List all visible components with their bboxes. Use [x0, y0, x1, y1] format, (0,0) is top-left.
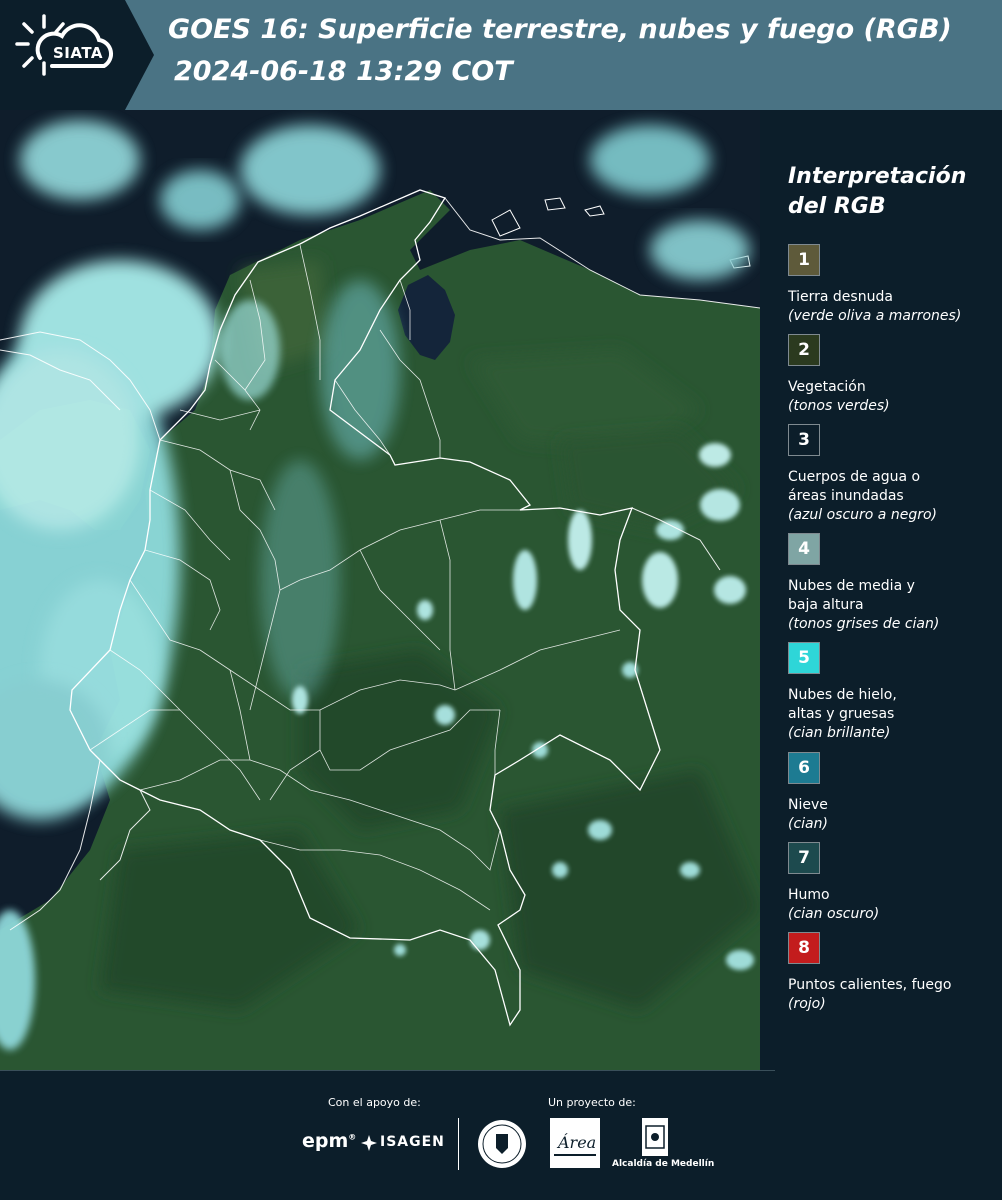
area-logo-text: Área: [556, 1132, 596, 1152]
legend-note: (verde oliva a marrones): [788, 308, 962, 324]
legend-label: Vegetación: [788, 379, 866, 395]
siata-logo-text: SIATA: [52, 44, 103, 62]
legend-note: (tonos grises de cian): [788, 616, 940, 632]
legend-item-water: 3 Cuerpos de agua o áreas inundadas (azu…: [788, 424, 998, 525]
alcaldia-logo-text: Alcaldía de Medellín: [612, 1159, 715, 1169]
legend-item-ice-clouds: 5 Nubes de hielo, altas y gruesas (cian …: [788, 642, 998, 743]
legend-item-vegetation: 2 Vegetación (tonos verdes): [788, 334, 998, 416]
legend-label: Tierra desnuda: [788, 289, 893, 305]
footer: Con el apoyo de: Un proyecto de: epm® IS…: [0, 1070, 1002, 1200]
legend-label: Nubes de media y baja altura: [788, 578, 915, 613]
legend-title: Interpretación del RGB: [788, 164, 967, 219]
page-title: GOES 16: Superficie terrestre, nubes y f…: [168, 14, 952, 45]
alcaldia-shield-icon: [642, 1118, 668, 1156]
legend-label: Cuerpos de agua o áreas inundadas: [788, 469, 921, 504]
legend-note: (cian brillante): [788, 725, 891, 741]
legend-label: Nubes de hielo, altas y gruesas: [788, 687, 897, 722]
legend-item-fire: 8 Puntos calientes, fuego (rojo): [788, 932, 998, 1014]
epm-logo-text: epm: [302, 1130, 349, 1152]
university-seal-logo: [478, 1120, 526, 1168]
legend-swatch: 2: [788, 334, 820, 366]
legend-swatch: 5: [788, 642, 820, 674]
isagen-logo: ISAGEN: [380, 1134, 445, 1150]
legend-panel: Interpretación del RGB 1 Tierra desnuda …: [760, 110, 1002, 1070]
legend-note: (cian): [788, 816, 828, 832]
legend-item-snow: 6 Nieve (cian): [788, 752, 998, 834]
legend-swatch: 6: [788, 752, 820, 784]
siata-logo: SIATA: [0, 0, 154, 110]
header: SIATA GOES 16: Superficie terrestre, nub…: [0, 0, 1002, 110]
legend-swatch: 1: [788, 244, 820, 276]
satellite-image: [0, 110, 760, 1070]
area-metropolitana-logo: Área: [550, 1118, 600, 1168]
legend-note: (azul oscuro a negro): [788, 507, 937, 523]
legend-label: Nieve: [788, 797, 828, 813]
legend-note: (cian oscuro): [788, 906, 880, 922]
legend-note: (tonos verdes): [788, 398, 890, 414]
legend-item-bare-soil: 1 Tierra desnuda (verde oliva a marrones…: [788, 244, 998, 326]
legend-item-low-clouds: 4 Nubes de media y baja altura (tonos gr…: [788, 533, 998, 634]
support-caption: Con el apoyo de:: [328, 1096, 421, 1109]
footer-divider-line: [0, 1070, 775, 1071]
footer-vertical-divider: [458, 1118, 459, 1170]
legend-swatch: 4: [788, 533, 820, 565]
epm-logo: epm®: [302, 1130, 357, 1152]
isagen-icon: [361, 1135, 377, 1151]
legend-swatch: 7: [788, 842, 820, 874]
legend-label: Humo: [788, 887, 830, 903]
page-timestamp: 2024-06-18 13:29 COT: [174, 56, 513, 87]
project-caption: Un proyecto de:: [548, 1096, 636, 1109]
legend-note: (rojo): [788, 996, 826, 1012]
satellite-map[interactable]: [0, 110, 760, 1070]
legend-label: Puntos calientes, fuego: [788, 977, 952, 993]
legend-swatch: 8: [788, 932, 820, 964]
legend-item-smoke: 7 Humo (cian oscuro): [788, 842, 998, 924]
legend-swatch: 3: [788, 424, 820, 456]
